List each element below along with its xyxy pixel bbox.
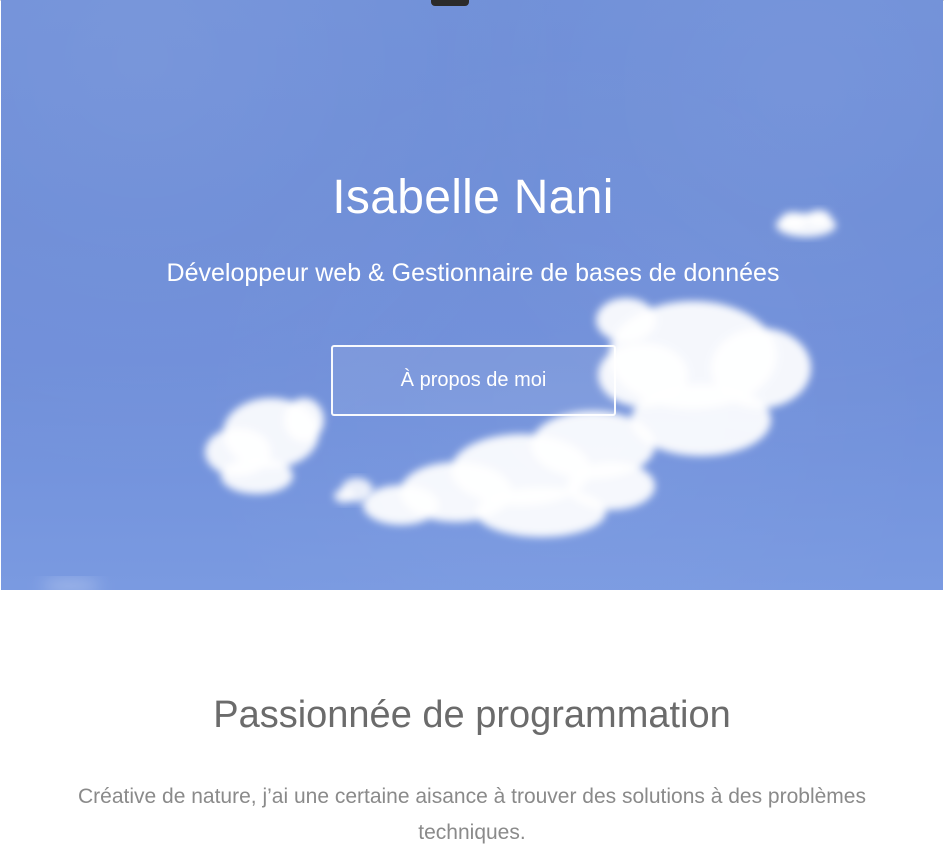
hero-title: Isabelle Nani [332, 171, 614, 224]
section-title: Passionnée de programmation [213, 693, 731, 736]
about-me-button[interactable]: À propos de moi [331, 345, 616, 416]
handle-icon [431, 0, 469, 6]
section-description: Créative de nature, j’ai une certaine ai… [78, 785, 866, 844]
portfolio-page: Isabelle Nani Développeur web & Gestionn… [0, 0, 944, 862]
hero-content: Isabelle Nani Développeur web & Gestionn… [1, 0, 943, 590]
hero-section: Isabelle Nani Développeur web & Gestionn… [1, 0, 943, 590]
hero-subtitle: Développeur web & Gestionnaire de bases … [166, 259, 780, 287]
passion-section: Passionnée de programmation Créative de … [0, 590, 944, 862]
